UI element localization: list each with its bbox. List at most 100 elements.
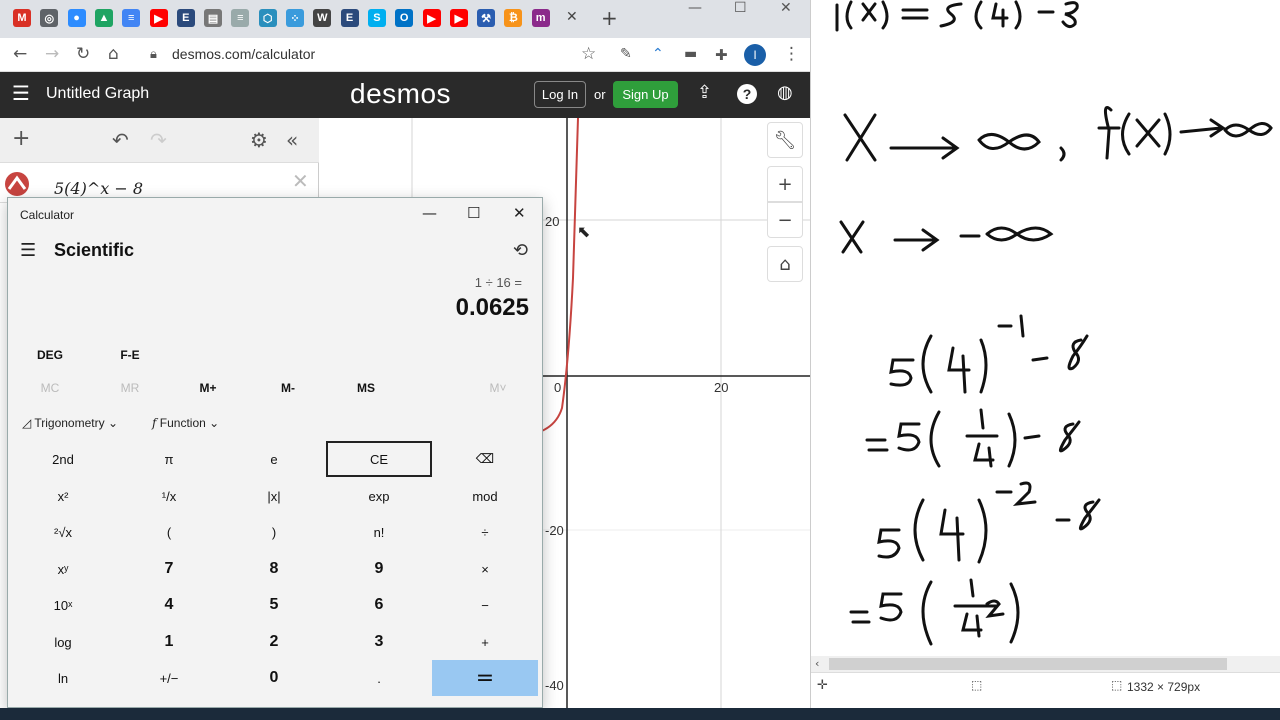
equals-key[interactable]: = xyxy=(432,660,538,696)
tab-chrome-icon[interactable]: ◎ xyxy=(40,9,59,27)
digit-8-key[interactable]: 8 xyxy=(221,551,327,587)
tab-drive-icon[interactable]: ▲ xyxy=(94,9,113,27)
move-icon[interactable]: ✛ xyxy=(817,678,828,693)
signup-button[interactable]: Sign Up xyxy=(613,81,678,108)
login-button[interactable]: Log In xyxy=(534,81,586,108)
calc-menu-icon[interactable]: ☰ xyxy=(20,240,36,261)
digit-6-key[interactable]: 6 xyxy=(326,587,432,623)
tab-bitcoin-icon[interactable]: ₿ xyxy=(504,9,523,27)
notes-horizontal-scrollbar[interactable]: ‹ xyxy=(811,656,1280,672)
delete-expression-icon[interactable]: ✕ xyxy=(292,169,309,193)
forward-arrow-icon[interactable]: → xyxy=(45,44,59,64)
help-icon[interactable]: ? xyxy=(737,84,757,104)
digit-1-key[interactable]: 1 xyxy=(116,624,222,660)
mod-key[interactable]: mod xyxy=(432,478,538,514)
home-icon[interactable]: ⌂ xyxy=(767,246,803,282)
tab-skype-icon[interactable]: S xyxy=(367,9,386,27)
negate-key[interactable]: +/− xyxy=(116,660,222,696)
divide-key[interactable]: ÷ xyxy=(432,514,538,550)
address-bar[interactable]: desmos.com/calculator xyxy=(172,46,315,62)
tab-outlook-icon[interactable]: O xyxy=(395,9,414,27)
tab-edpuzzle2-icon[interactable]: E xyxy=(340,9,359,27)
tab-youtube2-icon[interactable]: ▶ xyxy=(422,9,441,27)
scrollbar-thumb[interactable] xyxy=(829,658,1227,670)
multiply-key[interactable]: × xyxy=(432,551,538,587)
tab-tool-icon[interactable]: ⚒ xyxy=(477,9,496,27)
fe-button[interactable]: F-E xyxy=(108,348,152,362)
function-dropdown[interactable]: f Function ⌄ xyxy=(152,416,219,430)
square-root-key[interactable]: ²√x xyxy=(10,514,116,550)
digit-7-key[interactable]: 7 xyxy=(116,551,222,587)
digit-5-key[interactable]: 5 xyxy=(221,587,327,623)
maximize-icon[interactable]: ☐ xyxy=(734,0,747,16)
globe-icon[interactable]: ◍ xyxy=(777,82,793,103)
absolute-key[interactable]: |x| xyxy=(221,478,327,514)
eyedropper-icon[interactable]: ✎ xyxy=(620,46,632,62)
hamburger-menu-icon[interactable]: ☰ xyxy=(12,81,30,105)
calc-close-icon[interactable]: ✕ xyxy=(513,204,526,222)
add-expression-icon[interactable]: + xyxy=(12,126,30,151)
calc-minimize-icon[interactable]: — xyxy=(422,204,437,222)
square-key[interactable]: x² xyxy=(10,478,116,514)
zoom-out-icon[interactable]: − xyxy=(767,202,803,238)
settings-gear-icon[interactable]: ⚙ xyxy=(250,128,268,152)
close-paren-key[interactable]: ) xyxy=(221,514,327,550)
puzzle-icon[interactable]: ✚ xyxy=(715,46,728,64)
pi-key[interactable]: π xyxy=(116,441,222,477)
collapse-panel-icon[interactable]: « xyxy=(286,128,298,152)
digit-2-key[interactable]: 2 xyxy=(221,624,327,660)
calc-maximize-icon[interactable]: ☐ xyxy=(467,204,480,222)
menu-dots-icon[interactable]: ⋮ xyxy=(783,44,800,64)
minimize-icon[interactable]: — xyxy=(688,0,702,16)
reciprocal-key[interactable]: ¹/x xyxy=(116,478,222,514)
profile-avatar[interactable]: I xyxy=(744,44,766,66)
close-window-icon[interactable]: ✕ xyxy=(780,0,792,16)
subtract-key[interactable]: − xyxy=(432,587,538,623)
selection-icon[interactable]: ⬚ xyxy=(971,678,982,692)
trigonometry-dropdown[interactable]: ◿ Trigonometry ⌄ xyxy=(22,416,118,430)
tab-edpuzzle-icon[interactable]: E xyxy=(176,9,195,27)
new-tab-button[interactable]: + xyxy=(601,6,618,30)
ten-power-key[interactable]: 10ˣ xyxy=(10,587,116,623)
tab-news-icon[interactable]: W xyxy=(313,9,332,27)
graph-title[interactable]: Untitled Graph xyxy=(46,85,149,103)
m-minus-button[interactable]: M- xyxy=(266,381,310,395)
back-arrow-icon[interactable]: ← xyxy=(13,44,27,64)
memory-list-button[interactable]: M˅ xyxy=(476,381,520,395)
expression-text[interactable]: 5(4)^x − 8 xyxy=(54,179,143,198)
screen-icon[interactable]: ▬ xyxy=(684,46,697,62)
tab-gmail-icon[interactable]: M xyxy=(13,9,31,27)
tab-close-icon[interactable]: ✕ xyxy=(566,9,578,25)
zoom-in-icon[interactable]: + xyxy=(767,166,803,202)
redo-icon[interactable]: ↷ xyxy=(150,128,167,152)
tab-dots-icon[interactable]: ⁘ xyxy=(286,9,304,27)
share-icon[interactable]: ⇪ xyxy=(697,82,712,103)
wrench-icon[interactable]: 🔧︎ xyxy=(767,122,803,158)
tab-youtube3-icon[interactable]: ▶ xyxy=(449,9,468,27)
log-key[interactable]: log xyxy=(10,624,116,660)
tab-docs-icon[interactable]: ≡ xyxy=(122,9,141,27)
digit-0-key[interactable]: 0 xyxy=(221,660,327,696)
tab-page-icon[interactable]: ≡ xyxy=(231,9,250,27)
power-key[interactable]: xʸ xyxy=(10,551,116,587)
tab-youtube-icon[interactable]: ▶ xyxy=(149,9,168,27)
exp-key[interactable]: exp xyxy=(326,478,432,514)
tab-m-icon[interactable]: m xyxy=(531,9,550,27)
second-key[interactable]: 2nd xyxy=(10,441,116,477)
undo-icon[interactable]: ↶ xyxy=(112,128,129,152)
factorial-key[interactable]: n! xyxy=(326,514,432,550)
home-icon[interactable]: ⌂ xyxy=(108,44,119,64)
e-key[interactable]: e xyxy=(221,441,327,477)
clear-entry-key[interactable]: CE xyxy=(326,441,432,477)
backspace-key[interactable]: ⌫ xyxy=(432,441,538,477)
m-plus-button[interactable]: M+ xyxy=(186,381,230,395)
tab-doc-icon[interactable]: ▤ xyxy=(204,9,223,27)
decimal-key[interactable]: . xyxy=(326,660,432,696)
extension-icon[interactable]: ⌃ xyxy=(652,46,664,62)
digit-4-key[interactable]: 4 xyxy=(116,587,222,623)
open-paren-key[interactable]: ( xyxy=(116,514,222,550)
add-key[interactable]: + xyxy=(432,624,538,660)
history-icon[interactable]: ⟲ xyxy=(513,240,528,261)
deg-button[interactable]: DEG xyxy=(28,348,72,362)
digit-3-key[interactable]: 3 xyxy=(326,624,432,660)
